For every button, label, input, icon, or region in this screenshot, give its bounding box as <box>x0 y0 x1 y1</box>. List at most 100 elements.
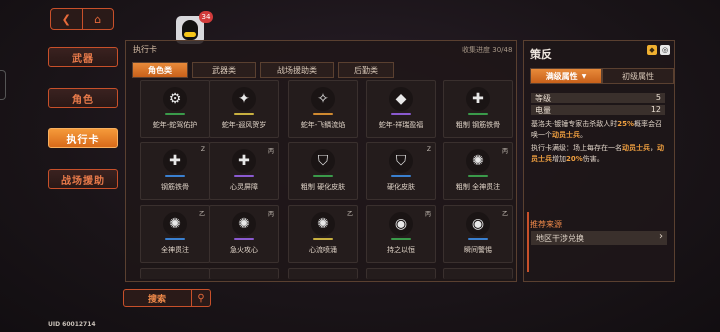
card-tier: 乙 <box>198 211 205 218</box>
category-tabs: 角色类 武器类 战场援助类 后勤类 <box>132 62 394 78</box>
execution-card[interactable]: ✺ 乙全神贯注 <box>140 205 210 263</box>
collect-value: 30/48 <box>492 46 513 54</box>
card-tier: Z <box>200 146 205 153</box>
card-label: 粗制 钢筋铁骨 <box>455 121 501 129</box>
desc-text: 。 <box>580 131 587 139</box>
tab-max-level-label: 满级属性 <box>545 71 578 81</box>
search-label: 搜索 <box>147 295 166 305</box>
card-rarity-bar <box>165 175 185 177</box>
tab-weapon[interactable]: 武器类 <box>192 62 256 78</box>
execution-card-partial[interactable] <box>209 268 279 279</box>
card-icon: ✺ <box>466 149 490 173</box>
nav-characters[interactable]: 角色 <box>48 88 118 108</box>
execution-card[interactable]: ⛉ 粗制 硬化皮肤 <box>288 142 358 200</box>
execution-card[interactable]: ✚ Z 钢筋铁骨 <box>140 142 210 200</box>
penguin-icon <box>182 20 198 40</box>
card-tier: 丙 <box>424 211 431 218</box>
panel-title: 执行卡 <box>133 45 157 54</box>
home-icon[interactable]: ⌂ <box>81 9 114 29</box>
nav-weapons[interactable]: 武器 <box>48 47 118 67</box>
search-icon[interactable]: ⚲ <box>191 290 210 306</box>
notification-badge: 34 <box>199 11 213 23</box>
execution-card[interactable]: ✚ 粗制 钢筋铁骨 <box>443 80 513 138</box>
card-icon: ✚ <box>466 87 490 111</box>
tab-character[interactable]: 角色类 <box>132 62 188 78</box>
execution-card-partial[interactable] <box>443 268 513 279</box>
desc-text: 基洛夫·镀锤专家击杀敌人时 <box>531 120 618 128</box>
source-item-label: 地区干涉兑换 <box>536 234 584 243</box>
card-icon: ✚ <box>232 149 256 173</box>
card-icon: ✧ <box>311 87 335 111</box>
card-rarity-bar <box>313 175 333 177</box>
card-rarity-bar <box>468 113 488 115</box>
card-tier: 乙 <box>346 211 353 218</box>
tab-max-level[interactable]: 满级属性 ▼ <box>530 68 602 84</box>
execution-card-partial[interactable] <box>366 268 436 279</box>
card-icon: ◉ <box>389 212 413 236</box>
card-icon: ⛉ <box>311 149 335 173</box>
collect-progress: 收集进度 30/48 <box>462 45 512 55</box>
card-label: 持之以恒 <box>387 246 415 254</box>
source-accent <box>527 212 529 272</box>
desc-highlight: 动员士兵 <box>552 131 580 139</box>
card-rarity-bar <box>234 113 254 115</box>
card-tier: 乙 <box>501 211 508 218</box>
execution-card[interactable]: ◆ 蛇年-祥瑞盈福 <box>366 80 436 138</box>
tab-battlefield-support[interactable]: 战场援助类 <box>260 62 334 78</box>
execution-card[interactable]: ✺ 乙心流喷涌 <box>288 205 358 263</box>
card-icon: ⛉ <box>389 149 413 173</box>
desc-text: 增加 <box>552 155 566 163</box>
nav-execution-cards[interactable]: 执行卡 <box>48 128 118 148</box>
collect-label: 收集进度 <box>462 46 490 54</box>
tab-logistics[interactable]: 后勤类 <box>338 62 394 78</box>
execution-card[interactable]: ⛉ Z 硬化皮肤 <box>366 142 436 200</box>
search-box[interactable]: 搜索 ⚲ <box>123 289 211 307</box>
execution-card-partial[interactable] <box>288 268 358 279</box>
card-icon: ✺ <box>163 212 187 236</box>
execution-card[interactable]: ◉ 乙瞬间警惕 <box>443 205 513 263</box>
max-level-description: 执行卡满级：场上每存在一名动员士兵，动员士兵增加20%伤害。 <box>531 143 667 165</box>
source-title: 推荐来源 <box>530 220 562 229</box>
card-label: 粗制 全神贯注 <box>455 183 501 191</box>
execution-card[interactable]: ⚙ 蛇年-蛇驾佑护 <box>140 80 210 138</box>
execution-card-partial[interactable] <box>140 268 210 279</box>
detail-title: 策反 <box>530 48 552 61</box>
card-rarity-bar <box>468 175 488 177</box>
card-icon: ✦ <box>232 87 256 111</box>
back-icon[interactable]: ❮ <box>51 9 82 29</box>
card-tier: 丙 <box>267 211 274 218</box>
card-rarity-bar <box>391 175 411 177</box>
detail-icons: ◆ ◎ <box>647 45 670 55</box>
card-label: 蛇年-飞鳞流焰 <box>300 121 346 129</box>
detail-tabs: 满级属性 ▼ 初级属性 <box>530 68 674 84</box>
execution-card[interactable]: ✺ 丙粗制 全神贯注 <box>443 142 513 200</box>
execution-card[interactable]: ✦ 蛇年-遐风贺岁 <box>209 80 279 138</box>
card-tier: 丙 <box>501 148 508 155</box>
desc-text: 执行卡满级：场上每存在一名 <box>531 144 622 152</box>
stat-value: 5 <box>655 93 661 102</box>
card-tier: Z <box>426 146 431 153</box>
execution-card[interactable]: ◉ 丙持之以恒 <box>366 205 436 263</box>
tab-base-level[interactable]: 初级属性 <box>602 68 674 84</box>
source-item[interactable]: 地区干涉兑换 › <box>531 231 667 245</box>
card-rarity-bar <box>313 238 333 240</box>
desc-highlight: 25% <box>617 120 634 128</box>
card-icon: ✚ <box>163 149 187 173</box>
card-rarity-bar <box>313 113 333 115</box>
execution-card[interactable]: ✚ 丙心灵屏障 <box>209 142 279 200</box>
execution-card[interactable]: ✺ 丙急火攻心 <box>209 205 279 263</box>
chevron-right-icon: › <box>659 231 663 242</box>
desc-text: ， <box>650 144 657 152</box>
card-rarity-bar <box>391 113 411 115</box>
nav-battlefield-support[interactable]: 战场援助 <box>48 169 118 189</box>
execution-card[interactable]: ✧ 蛇年-飞鳞流焰 <box>288 80 358 138</box>
side-handle[interactable] <box>0 70 6 100</box>
card-label: 粗制 硬化皮肤 <box>300 183 346 191</box>
info-icon[interactable]: ◎ <box>660 45 670 55</box>
card-label: 蛇年-蛇驾佑护 <box>152 121 198 129</box>
card-icon: ◉ <box>466 212 490 236</box>
card-label: 蛇年-祥瑞盈福 <box>378 121 424 129</box>
effect-description: 基洛夫·镀锤专家击杀敌人时25%概率会召唤一个动员士兵。 <box>531 119 667 141</box>
card-rarity-bar <box>165 113 185 115</box>
card-rarity-bar <box>391 238 411 240</box>
